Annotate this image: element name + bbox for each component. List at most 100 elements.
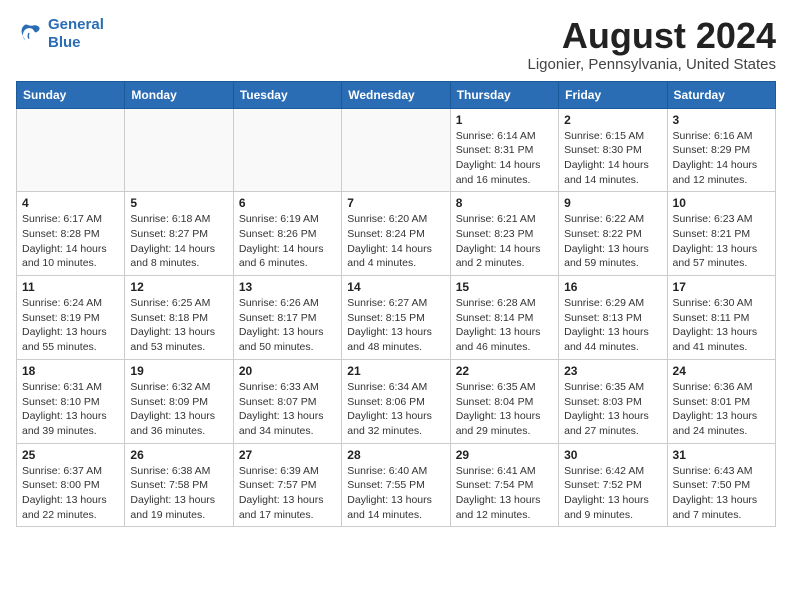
- day-detail: Sunrise: 6:16 AMSunset: 8:29 PMDaylight:…: [673, 129, 770, 188]
- day-detail: Sunrise: 6:41 AMSunset: 7:54 PMDaylight:…: [456, 464, 553, 523]
- sunrise-text: Sunrise: 6:39 AM: [239, 464, 336, 479]
- calendar-day-cell: 10Sunrise: 6:23 AMSunset: 8:21 PMDayligh…: [667, 192, 775, 276]
- sunrise-text: Sunrise: 6:25 AM: [130, 296, 227, 311]
- sunset-text: Sunset: 8:04 PM: [456, 395, 553, 410]
- sunset-text: Sunset: 8:27 PM: [130, 227, 227, 242]
- month-year-title: August 2024: [528, 16, 777, 56]
- sunrise-text: Sunrise: 6:22 AM: [564, 212, 661, 227]
- sunset-text: Sunset: 7:57 PM: [239, 478, 336, 493]
- sunset-text: Sunset: 8:24 PM: [347, 227, 444, 242]
- day-detail: Sunrise: 6:29 AMSunset: 8:13 PMDaylight:…: [564, 296, 661, 355]
- day-detail: Sunrise: 6:35 AMSunset: 8:04 PMDaylight:…: [456, 380, 553, 439]
- daylight-text: Daylight: 14 hours and 10 minutes.: [22, 242, 119, 271]
- day-detail: Sunrise: 6:22 AMSunset: 8:22 PMDaylight:…: [564, 212, 661, 271]
- daylight-text: Daylight: 13 hours and 44 minutes.: [564, 325, 661, 354]
- day-detail: Sunrise: 6:27 AMSunset: 8:15 PMDaylight:…: [347, 296, 444, 355]
- day-of-week-header: Sunday: [17, 81, 125, 108]
- calendar-day-cell: [125, 108, 233, 192]
- sunset-text: Sunset: 8:29 PM: [673, 143, 770, 158]
- calendar-day-cell: 5Sunrise: 6:18 AMSunset: 8:27 PMDaylight…: [125, 192, 233, 276]
- sunset-text: Sunset: 8:14 PM: [456, 311, 553, 326]
- sunset-text: Sunset: 7:50 PM: [673, 478, 770, 493]
- sunrise-text: Sunrise: 6:27 AM: [347, 296, 444, 311]
- daylight-text: Daylight: 13 hours and 19 minutes.: [130, 493, 227, 522]
- day-number: 14: [347, 280, 444, 294]
- day-number: 27: [239, 448, 336, 462]
- day-number: 2: [564, 113, 661, 127]
- daylight-text: Daylight: 13 hours and 9 minutes.: [564, 493, 661, 522]
- daylight-text: Daylight: 14 hours and 4 minutes.: [347, 242, 444, 271]
- sunset-text: Sunset: 7:54 PM: [456, 478, 553, 493]
- sunset-text: Sunset: 8:15 PM: [347, 311, 444, 326]
- daylight-text: Daylight: 14 hours and 6 minutes.: [239, 242, 336, 271]
- day-detail: Sunrise: 6:38 AMSunset: 7:58 PMDaylight:…: [130, 464, 227, 523]
- day-number: 19: [130, 364, 227, 378]
- day-detail: Sunrise: 6:15 AMSunset: 8:30 PMDaylight:…: [564, 129, 661, 188]
- sunset-text: Sunset: 8:28 PM: [22, 227, 119, 242]
- sunrise-text: Sunrise: 6:43 AM: [673, 464, 770, 479]
- day-detail: Sunrise: 6:36 AMSunset: 8:01 PMDaylight:…: [673, 380, 770, 439]
- calendar-day-cell: 3Sunrise: 6:16 AMSunset: 8:29 PMDaylight…: [667, 108, 775, 192]
- day-number: 12: [130, 280, 227, 294]
- calendar-week-row: 25Sunrise: 6:37 AMSunset: 8:00 PMDayligh…: [17, 443, 776, 527]
- sunrise-text: Sunrise: 6:32 AM: [130, 380, 227, 395]
- day-number: 11: [22, 280, 119, 294]
- day-detail: Sunrise: 6:37 AMSunset: 8:00 PMDaylight:…: [22, 464, 119, 523]
- day-detail: Sunrise: 6:32 AMSunset: 8:09 PMDaylight:…: [130, 380, 227, 439]
- sunset-text: Sunset: 8:22 PM: [564, 227, 661, 242]
- sunset-text: Sunset: 8:07 PM: [239, 395, 336, 410]
- sunset-text: Sunset: 8:26 PM: [239, 227, 336, 242]
- sunset-text: Sunset: 8:19 PM: [22, 311, 119, 326]
- sunrise-text: Sunrise: 6:17 AM: [22, 212, 119, 227]
- sunset-text: Sunset: 8:30 PM: [564, 143, 661, 158]
- sunrise-text: Sunrise: 6:30 AM: [673, 296, 770, 311]
- daylight-text: Daylight: 13 hours and 57 minutes.: [673, 242, 770, 271]
- daylight-text: Daylight: 13 hours and 36 minutes.: [130, 409, 227, 438]
- calendar-day-cell: 14 Sunrise: 6:27 AMSunset: 8:15 PMDayligh…: [342, 276, 450, 360]
- sunset-text: Sunset: 8:03 PM: [564, 395, 661, 410]
- day-detail: Sunrise: 6:31 AMSunset: 8:10 PMDaylight:…: [22, 380, 119, 439]
- day-number: 7: [347, 196, 444, 210]
- sunrise-text: Sunrise: 6:28 AM: [456, 296, 553, 311]
- sunrise-text: Sunrise: 6:40 AM: [347, 464, 444, 479]
- day-number: 16: [564, 280, 661, 294]
- calendar-day-cell: [342, 108, 450, 192]
- calendar-day-cell: 9 Sunrise: 6:22 AMSunset: 8:22 PMDaylight…: [559, 192, 667, 276]
- sunrise-text: Sunrise: 6:37 AM: [22, 464, 119, 479]
- daylight-text: Daylight: 14 hours and 8 minutes.: [130, 242, 227, 271]
- sunset-text: Sunset: 8:00 PM: [22, 478, 119, 493]
- day-detail: Sunrise: 6:21 AMSunset: 8:23 PMDaylight:…: [456, 212, 553, 271]
- page-header: General Blue August 2024 Ligonier, Penns…: [16, 16, 776, 73]
- calendar-day-cell: 2 Sunrise: 6:15 AMSunset: 8:30 PMDaylight…: [559, 108, 667, 192]
- logo: General Blue: [16, 16, 104, 52]
- calendar-day-cell: 24Sunrise: 6:36 AMSunset: 8:01 PMDayligh…: [667, 359, 775, 443]
- calendar-day-cell: 29Sunrise: 6:41 AMSunset: 7:54 PMDayligh…: [450, 443, 558, 527]
- day-number: 10: [673, 196, 770, 210]
- calendar-day-cell: 7Sunrise: 6:20 AMSunset: 8:24 PMDaylight…: [342, 192, 450, 276]
- daylight-text: Daylight: 13 hours and 41 minutes.: [673, 325, 770, 354]
- daylight-text: Daylight: 13 hours and 14 minutes.: [347, 493, 444, 522]
- day-number: 9: [564, 196, 661, 210]
- sunset-text: Sunset: 8:01 PM: [673, 395, 770, 410]
- sunrise-text: Sunrise: 6:38 AM: [130, 464, 227, 479]
- daylight-text: Daylight: 13 hours and 29 minutes.: [456, 409, 553, 438]
- calendar-day-cell: 26Sunrise: 6:38 AMSunset: 7:58 PMDayligh…: [125, 443, 233, 527]
- calendar-day-cell: 6Sunrise: 6:19 AMSunset: 8:26 PMDaylight…: [233, 192, 341, 276]
- sunset-text: Sunset: 7:52 PM: [564, 478, 661, 493]
- calendar-day-cell: 11Sunrise: 6:24 AMSunset: 8:19 PMDayligh…: [17, 276, 125, 360]
- calendar-day-cell: 30Sunrise: 6:42 AMSunset: 7:52 PMDayligh…: [559, 443, 667, 527]
- day-detail: Sunrise: 6:35 AMSunset: 8:03 PMDaylight:…: [564, 380, 661, 439]
- day-of-week-header: Thursday: [450, 81, 558, 108]
- calendar-week-row: 4Sunrise: 6:17 AMSunset: 8:28 PMDaylight…: [17, 192, 776, 276]
- sunset-text: Sunset: 7:55 PM: [347, 478, 444, 493]
- daylight-text: Daylight: 13 hours and 46 minutes.: [456, 325, 553, 354]
- sunset-text: Sunset: 8:06 PM: [347, 395, 444, 410]
- daylight-text: Daylight: 13 hours and 53 minutes.: [130, 325, 227, 354]
- day-detail: Sunrise: 6:28 AMSunset: 8:14 PMDaylight:…: [456, 296, 553, 355]
- daylight-text: Daylight: 14 hours and 12 minutes.: [673, 158, 770, 187]
- day-detail: Sunrise: 6:25 AMSunset: 8:18 PMDaylight:…: [130, 296, 227, 355]
- sunset-text: Sunset: 8:13 PM: [564, 311, 661, 326]
- day-detail: Sunrise: 6:42 AMSunset: 7:52 PMDaylight:…: [564, 464, 661, 523]
- sunset-text: Sunset: 8:23 PM: [456, 227, 553, 242]
- sunrise-text: Sunrise: 6:34 AM: [347, 380, 444, 395]
